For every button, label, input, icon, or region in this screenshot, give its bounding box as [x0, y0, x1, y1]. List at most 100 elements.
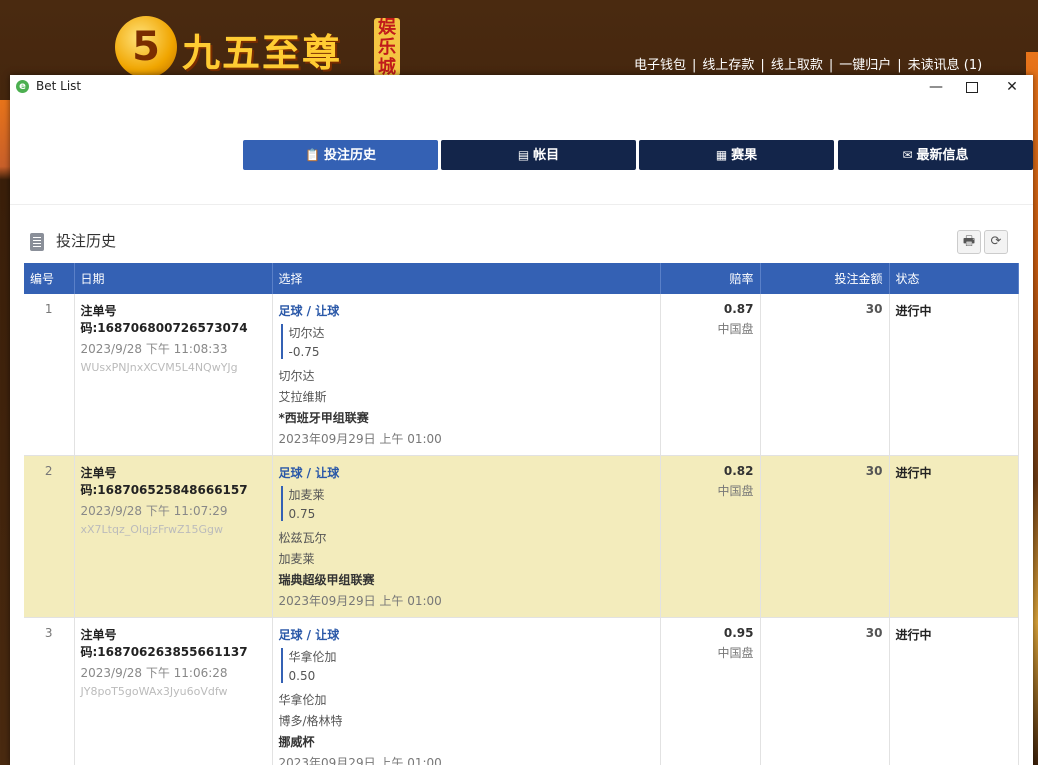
- tab-label: 赛果: [731, 148, 758, 163]
- date-cell: 注单号码:168706525848666157 2023/9/28 下午 11:…: [74, 455, 273, 618]
- tab-label: 投注历史: [323, 148, 376, 163]
- kickoff-time: 2023年09月29日 上午 01:00: [278, 432, 442, 446]
- bet-code: WUsxPNJnxXCVM5L4NQwYJg: [80, 361, 238, 374]
- bet-status: 进行中: [889, 455, 1019, 618]
- selection-cell: 足球 / 让球 华拿伦加 0.50 华拿伦加 博多/格林特 挪威杯 2023年0…: [272, 617, 661, 765]
- odds-value: 0.87: [723, 302, 754, 316]
- ledger-icon: ▤: [517, 148, 530, 162]
- link-separator: |: [760, 58, 765, 73]
- pick-team: 加麦莱: [288, 488, 325, 502]
- pick-handicap: 0.75: [288, 507, 316, 521]
- refresh-icon: ⟳: [990, 234, 1002, 249]
- row-number: 3: [24, 617, 75, 765]
- link-withdraw[interactable]: 线上取款: [771, 58, 823, 73]
- browser-app-icon: e: [16, 80, 29, 93]
- header-status: 状态: [889, 263, 1019, 294]
- bet-time: 2023/9/28 下午 11:06:28: [80, 666, 228, 680]
- bet-time: 2023/9/28 下午 11:07:29: [80, 504, 228, 518]
- odds-type: 中国盘: [717, 484, 754, 498]
- header-number: 编号: [24, 263, 75, 294]
- print-button[interactable]: 🖶: [957, 230, 981, 254]
- date-cell: 注单号码:168706800726573074 2023/9/28 下午 11:…: [74, 294, 273, 456]
- sport-market: 足球 / 让球: [278, 628, 340, 642]
- bet-code: xX7Ltqz_OIqjzFrwZ15Ggw: [80, 523, 224, 536]
- header-selection: 选择: [272, 263, 661, 294]
- link-e-wallet[interactable]: 电子钱包: [634, 58, 686, 73]
- bet-status: 进行中: [889, 617, 1019, 765]
- logo-badge: 娱乐城: [374, 18, 400, 76]
- section-title-text: 投注历史: [56, 232, 117, 250]
- odds-value: 0.82: [723, 464, 754, 478]
- link-one-click-transfer[interactable]: 一键归户: [839, 58, 891, 73]
- sport-market: 足球 / 让球: [278, 304, 340, 318]
- window-title: Bet List: [36, 79, 82, 93]
- maximize-button[interactable]: [952, 75, 992, 99]
- date-cell: 注单号码:168706263855661137 2023/9/28 下午 11:…: [74, 617, 273, 765]
- away-team: 加麦莱: [278, 552, 315, 566]
- tab-results[interactable]: ▦ 赛果: [639, 140, 834, 170]
- ticket-number: 注单号码:168706263855661137: [80, 628, 248, 659]
- stake-amount: 30: [760, 617, 890, 765]
- logo-text: 九五至尊: [182, 30, 343, 75]
- league-name: 挪威杯: [278, 735, 315, 749]
- pick-team: 华拿伦加: [288, 650, 337, 664]
- pick-team: 切尔达: [288, 326, 325, 340]
- ticket-number: 注单号码:168706525848666157: [80, 466, 248, 497]
- header-odds: 赔率: [660, 263, 761, 294]
- selection-cell: 足球 / 让球 切尔达 -0.75 切尔达 艾拉维斯 *西班牙甲组联赛 2023…: [272, 294, 661, 456]
- link-unread-messages[interactable]: 未读讯息 (1): [908, 58, 983, 73]
- refresh-button[interactable]: ⟳: [984, 230, 1008, 254]
- link-deposit[interactable]: 线上存款: [702, 58, 754, 73]
- kickoff-time: 2023年09月29日 上午 01:00: [278, 756, 442, 765]
- tab-latest-news[interactable]: ✉ 最新信息: [838, 140, 1033, 170]
- window-titlebar[interactable]: e Bet List — ✕: [10, 75, 1033, 99]
- envelope-icon: ✉: [902, 148, 913, 162]
- table-row[interactable]: 2 注单号码:168706525848666157 2023/9/28 下午 1…: [24, 455, 1019, 618]
- link-separator: |: [828, 58, 834, 73]
- odds-value: 0.95: [723, 626, 754, 640]
- tab-bet-history[interactable]: 📋 投注历史: [243, 140, 438, 170]
- section-heading: 投注历史: [30, 230, 116, 251]
- home-team: 松兹瓦尔: [278, 531, 327, 545]
- away-team: 博多/格林特: [278, 714, 343, 728]
- tab-bar: 📋 投注历史 ▤ 帐目 ▦ 赛果 ✉ 最新信息: [243, 140, 1033, 170]
- pick-block: 切尔达 -0.75: [280, 324, 654, 359]
- odds-type: 中国盘: [717, 646, 754, 660]
- away-team: 艾拉维斯: [278, 390, 327, 404]
- close-button[interactable]: ✕: [992, 75, 1032, 99]
- tab-accounts[interactable]: ▤ 帐目: [441, 140, 636, 170]
- bet-table: 编号 日期 选择 赔率 投注金额 状态 1 注单号码:1687068007265…: [24, 263, 1019, 765]
- tab-label: 帐目: [533, 148, 560, 163]
- logo-emblem: 5: [115, 16, 177, 78]
- document-icon: [30, 232, 44, 251]
- league-name: *西班牙甲组联赛: [278, 411, 369, 425]
- results-icon: ▦: [715, 148, 728, 162]
- home-team: 切尔达: [278, 369, 315, 383]
- pick-block: 加麦莱 0.75: [280, 486, 654, 521]
- maximize-icon: [966, 81, 978, 93]
- pick-handicap: 0.50: [288, 669, 316, 683]
- pick-handicap: -0.75: [288, 345, 320, 359]
- link-separator: |: [692, 58, 697, 73]
- table-header-row: 编号 日期 选择 赔率 投注金额 状态: [24, 263, 1019, 294]
- stake-amount: 30: [760, 455, 890, 618]
- minimize-button[interactable]: —: [916, 75, 956, 99]
- bet-list-window: e Bet List — ✕ 📋 投注历史 ▤ 帐目 ▦ 赛果 ✉ 最新信息 投注历史 …: [10, 75, 1033, 765]
- odds-cell: 0.87 中国盘: [660, 294, 761, 456]
- league-name: 瑞典超级甲组联赛: [278, 573, 375, 587]
- divider: [10, 204, 1033, 205]
- table-row[interactable]: 3 注单号码:168706263855661137 2023/9/28 下午 1…: [24, 617, 1019, 765]
- header-amount: 投注金额: [760, 263, 890, 294]
- row-number: 1: [24, 294, 75, 456]
- clipboard-icon: 📋: [305, 148, 320, 162]
- odds-type: 中国盘: [717, 322, 754, 336]
- page-edge-left: [0, 100, 10, 765]
- home-team: 华拿伦加: [278, 693, 327, 707]
- tab-label: 最新信息: [916, 148, 969, 163]
- print-icon: 🖶: [962, 234, 976, 249]
- link-separator: |: [897, 58, 902, 73]
- table-row[interactable]: 1 注单号码:168706800726573074 2023/9/28 下午 1…: [24, 294, 1019, 456]
- kickoff-time: 2023年09月29日 上午 01:00: [278, 594, 442, 608]
- site-header: 5 九五至尊 娱乐城 电子钱包 | 线上存款 | 线上取款 | 一键归户 | 未读讯息 (1): [0, 0, 1038, 80]
- bet-status: 进行中: [889, 294, 1019, 456]
